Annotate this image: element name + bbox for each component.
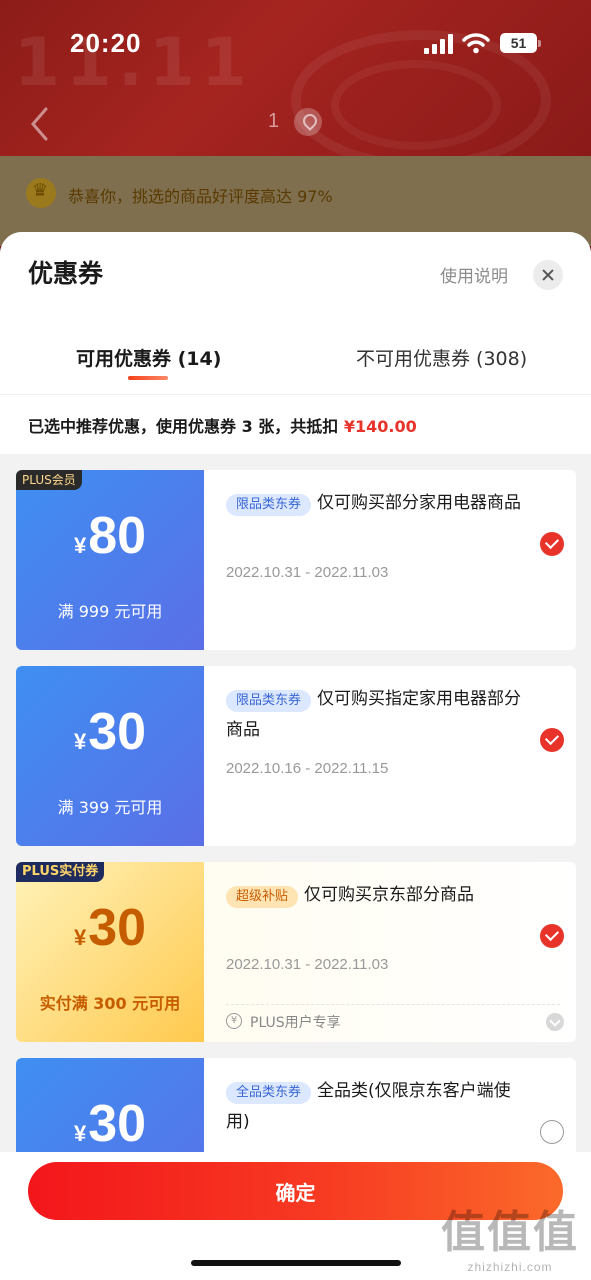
coupon-amount: ¥80 [16,506,204,566]
battery-level: 51 [500,33,537,53]
location-pin-icon[interactable] [294,108,322,136]
yen-circle-icon: ¥ [226,1013,242,1029]
close-button[interactable] [533,260,563,290]
coupon-amount: ¥30 [16,898,204,958]
coupon-category-tag: 限品类东券 [226,690,312,712]
cellular-signal-icon [424,34,454,54]
currency-symbol: ¥ [73,729,87,754]
coupon-condition: 满 999 元可用 [57,602,163,621]
coupon-desc-text: 仅可购买京东部分商品 [304,885,475,905]
summary-text: 已选中推荐优惠，使用优惠券 3 张，共抵扣 ¥140.00 [28,413,417,437]
currency-symbol: ¥ [73,533,87,558]
plus-exclusive-row[interactable]: ¥ PLUS用户专享 [226,1004,564,1034]
coupon-validity-date: 2022.10.31 - 2022.11.03 [226,956,389,973]
coupon-validity-date: 2022.10.16 - 2022.11.15 [226,760,389,777]
coupon-amount-value: 30 [88,1095,147,1153]
coupon-amount-value: 30 [88,703,147,761]
active-tab-indicator [128,376,168,380]
summary-prefix: 已选中推荐优惠，使用优惠券 3 张，共抵扣 [28,417,344,436]
coupon-description: 限品类东券 仅可购买部分家用电器商品 [226,488,526,519]
coupon-amount-value: 30 [88,899,147,957]
coupon-amount: ¥30 [16,702,204,762]
currency-symbol: ¥ [73,1121,87,1146]
coupon-category-tag: 限品类东券 [226,494,312,516]
chevron-down-icon[interactable] [546,1013,564,1031]
home-indicator[interactable] [191,1260,401,1266]
coupon-desc-text: 仅可购买部分家用电器商品 [317,493,522,513]
nav-page-number: 1 [268,110,280,132]
plus-exclusive-text: PLUS用户专享 [250,1015,341,1031]
coupon-amount: ¥30 [16,1094,204,1154]
coupon-validity-date: 2022.10.31 - 2022.11.03 [226,564,389,581]
plus-paid-coupon-badge: PLUS实付券 [16,862,105,882]
currency-symbol: ¥ [73,925,87,950]
crown-icon [26,178,56,208]
battery-icon: 51 [500,33,541,53]
coupon-value-panel: PLUS会员 ¥80 满 999 元可用 [16,470,204,650]
coupon-card[interactable]: PLUS会员 ¥80 满 999 元可用 限品类东券 仅可购买部分家用电器商品 2… [16,470,576,650]
coupon-condition: 实付满 300 元可用 [39,994,181,1013]
sheet-title: 优惠券 [28,259,104,288]
watermark-url: zhizhizhi.com [467,1260,553,1274]
wifi-icon [462,33,490,54]
watermark: 值值值 zhizhizhi.com [440,1196,580,1274]
coupon-category-tag: 超级补贴 [226,886,299,908]
coupon-card[interactable]: ¥30 满 399 元可用 限品类东券 仅可购买指定家用电器部分商品 2022.1… [16,666,576,846]
coupon-category-tag: 全品类东券 [226,1082,312,1104]
bottom-action-bar: 确定 值值值 zhizhizhi.com [0,1152,591,1280]
status-time: 20:20 [70,28,142,58]
coupon-selected-checkbox[interactable] [540,924,564,948]
praise-notice-text: 恭喜你，挑选的商品好评度高达 97% [68,187,333,206]
coupon-value-panel: ¥30 满 399 元可用 [16,666,204,846]
tab-unavailable-coupons[interactable]: 不可用优惠券 (308) [356,344,527,371]
coupon-selected-checkbox[interactable] [540,728,564,752]
selection-summary: 已选中推荐优惠，使用优惠券 3 张，共抵扣 ¥140.00 [0,394,591,454]
usage-instructions-link[interactable]: 使用说明 [440,262,508,287]
coupon-condition: 满 399 元可用 [57,798,163,817]
plus-member-badge: PLUS会员 [16,470,82,490]
coupon-unselected-radio[interactable] [540,1120,564,1144]
coupon-value-panel: PLUS实付券 ¥30 实付满 300 元可用 [16,862,204,1042]
coupon-description: 限品类东券 仅可购买指定家用电器部分商品 [226,684,526,746]
summary-amount: ¥140.00 [343,417,417,436]
back-arrow-icon[interactable] [28,106,50,142]
coupon-amount-value: 80 [88,507,147,565]
sheet-header: 优惠券 使用说明 可用优惠券 (14) 不可用优惠券 (308) [0,232,591,394]
tab-available-coupons[interactable]: 可用优惠券 (14) [76,344,221,371]
coupon-card[interactable]: PLUS实付券 ¥30 实付满 300 元可用 超级补贴 仅可购买京东部分商品 2… [16,862,576,1042]
coupon-sheet: 优惠券 使用说明 可用优惠券 (14) 不可用优惠券 (308) 已选中推荐优惠… [0,232,591,1280]
watermark-logo: 值值值 [441,1207,579,1258]
coupon-description: 超级补贴 仅可购买京东部分商品 [226,880,526,911]
coupon-selected-checkbox[interactable] [540,532,564,556]
status-bar: 20:20 51 [0,0,591,88]
coupon-description: 全品类东券 全品类(仅限京东客户端使用) [226,1076,526,1138]
